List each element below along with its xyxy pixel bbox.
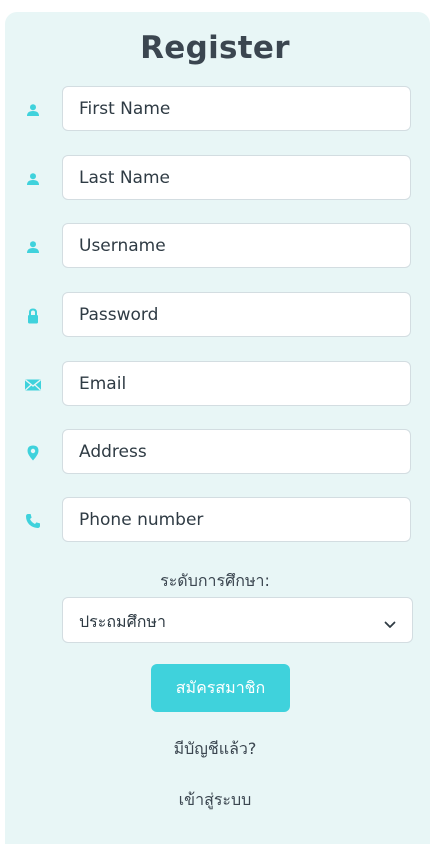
phone-icon	[23, 511, 43, 531]
login-link[interactable]: เข้าสู่ระบบ	[0, 788, 430, 813]
user-icon	[23, 237, 43, 257]
phone-input[interactable]	[62, 497, 411, 542]
email-row	[0, 361, 430, 408]
education-label: ระดับการศึกษา:	[160, 571, 270, 590]
envelope-icon	[23, 375, 43, 395]
address-input[interactable]	[62, 429, 411, 474]
password-input[interactable]	[62, 292, 411, 337]
user-icon	[23, 169, 43, 189]
last-name-input[interactable]	[62, 155, 411, 200]
has-account-text: มีบัญชีแล้ว?	[173, 739, 257, 758]
first-name-row	[0, 86, 430, 133]
phone-row	[0, 497, 430, 544]
email-input[interactable]	[62, 361, 411, 406]
first-name-input[interactable]	[62, 86, 411, 131]
user-icon	[23, 100, 43, 120]
address-row	[0, 429, 430, 476]
map-marker-icon	[23, 443, 43, 463]
chevron-down-icon	[384, 614, 396, 633]
education-selected-value: ประถมศึกษา	[79, 612, 166, 631]
username-row	[0, 223, 430, 270]
register-button[interactable]: สมัครสมาชิก	[151, 664, 290, 712]
register-card	[5, 12, 430, 844]
password-row	[0, 292, 430, 339]
username-input[interactable]	[62, 223, 411, 268]
page-title: Register	[140, 30, 290, 66]
lock-icon	[23, 306, 43, 326]
education-select[interactable]: ประถมศึกษา	[62, 597, 413, 643]
last-name-row	[0, 155, 430, 202]
